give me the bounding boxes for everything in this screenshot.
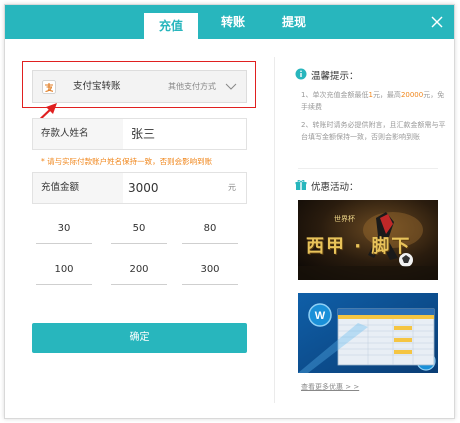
tab-transfer[interactable]: 转账 — [213, 5, 253, 39]
name-hint-text: * 请与实际付款账户姓名保持一致，否则会影响到账 — [41, 157, 213, 166]
amount-value[interactable]: 3000 — [128, 173, 159, 203]
depositor-name-field[interactable]: 存款人姓名 张三 — [32, 118, 247, 150]
other-payment-label: 其他支付方式 — [168, 82, 216, 91]
tips-max-amount: 20000 — [400, 91, 424, 99]
promo-banner-sportsbook[interactable]: W — [298, 293, 438, 373]
close-icon[interactable] — [427, 12, 447, 32]
amount-unit: 元 — [228, 183, 236, 192]
tips-line1-prefix: 1、单次充值金额最低 — [301, 91, 369, 99]
recharge-dialog: 充值 转账 提现 支付宝转账 其他支付方式 存款人姓名 张三 * 请与实际付款账… — [4, 4, 455, 419]
depositor-name-value[interactable]: 张三 — [131, 119, 155, 149]
alipay-icon — [42, 80, 56, 94]
svg-text:W: W — [315, 310, 326, 322]
tips-line2: 2、转账时请务必提供附言，且汇款金额需与平台填写金额保持一致，否则会影响到账 — [301, 121, 446, 141]
dialog-header: 充值 转账 提现 — [5, 5, 454, 39]
depositor-name-label: 存款人姓名 — [41, 128, 89, 139]
promo-banner-football[interactable]: 西甲 · 脚下 世界杯 — [298, 200, 438, 280]
gift-icon — [295, 180, 307, 190]
tips-text: 1、单次充值金额最低1元，最高20000元，免手续费 2、转账时请务必提供附言，… — [301, 89, 449, 143]
panel-divider — [274, 57, 275, 403]
confirm-button[interactable]: 确定 — [32, 323, 247, 353]
info-icon — [295, 68, 307, 80]
quick-amount-option[interactable]: 50 — [111, 218, 167, 244]
quick-amount-option[interactable]: 300 — [182, 259, 238, 285]
payment-method-label: 支付宝转账 — [73, 81, 121, 92]
football-banner-text: 西甲 · 脚下 — [306, 236, 412, 257]
amount-label: 充值金额 — [41, 182, 80, 193]
tab-withdraw[interactable]: 提现 — [274, 5, 314, 39]
tips-line1-mid: 元，最高 — [372, 91, 401, 99]
tab-recharge[interactable]: 充值 — [144, 13, 198, 39]
promo-title: 优惠活动： — [311, 182, 359, 193]
quick-amount-option[interactable]: 30 — [36, 218, 92, 244]
payment-method-select[interactable]: 支付宝转账 其他支付方式 — [32, 70, 247, 103]
right-panel-separator — [298, 168, 438, 169]
sportsbook-banner-image: W — [298, 293, 438, 373]
football-banner-small-text: 世界杯 — [334, 215, 355, 223]
tips-title: 温馨提示： — [311, 71, 359, 82]
quick-amount-option[interactable]: 200 — [111, 259, 167, 285]
chevron-down-icon — [225, 83, 237, 90]
quick-amount-option[interactable]: 100 — [36, 259, 92, 285]
quick-amount-option[interactable]: 80 — [182, 218, 238, 244]
amount-field[interactable]: 充值金额 3000 元 — [32, 172, 247, 204]
more-promotions-link[interactable]: 查看更多优惠 > > — [301, 382, 359, 392]
